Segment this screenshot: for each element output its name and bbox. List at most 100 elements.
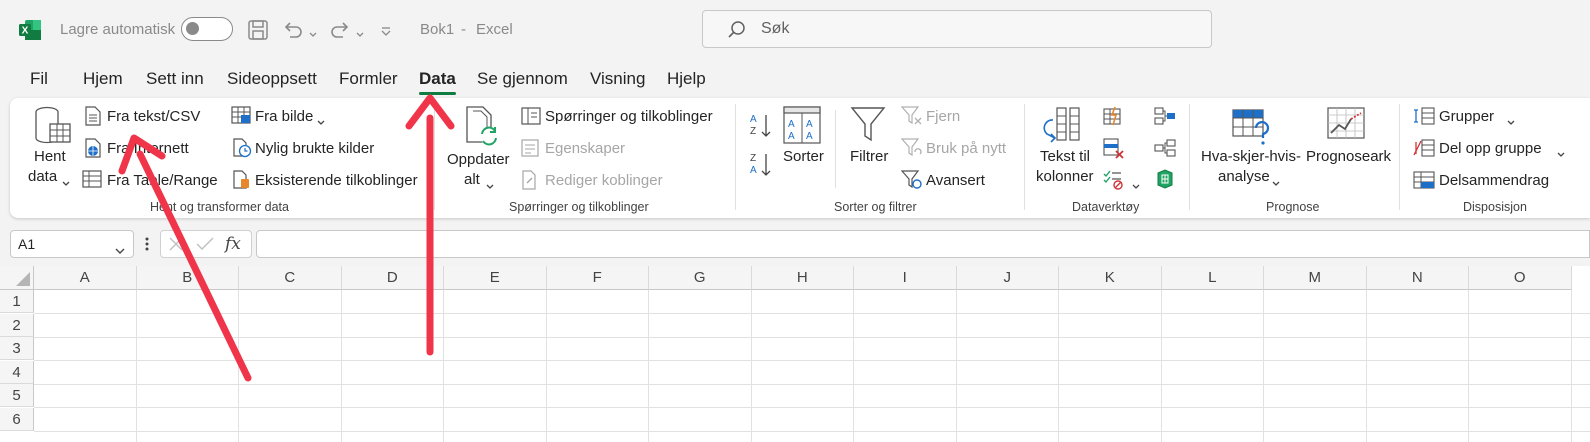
sort-button[interactable]: Sorter (783, 148, 824, 165)
tab-data[interactable]: Data (419, 69, 456, 89)
column-header[interactable]: H (751, 266, 854, 290)
text-to-columns-label-line1[interactable]: Tekst til (1040, 148, 1090, 165)
column-header[interactable]: D (341, 266, 444, 290)
from-web-button[interactable]: Fra Internett (107, 140, 189, 157)
tab-sideoppsett[interactable]: Sideoppsett (227, 69, 317, 89)
column-header[interactable]: F (546, 266, 649, 290)
row-header[interactable]: 3 (0, 337, 34, 361)
flash-fill-icon[interactable] (1103, 106, 1123, 131)
from-text-csv-button[interactable]: Fra tekst/CSV (107, 108, 200, 125)
reapply-filter-icon (900, 138, 923, 163)
refresh-all-label-line2[interactable]: alt (464, 171, 480, 188)
reapply-filter-button[interactable]: Bruk på nytt (926, 140, 1006, 157)
recent-sources-button[interactable]: Nylig brukte kilder (255, 140, 374, 157)
from-table-range-button[interactable]: Fra Table/Range (107, 172, 218, 189)
what-if-analysis-icon[interactable] (1232, 107, 1272, 152)
formula-input[interactable] (256, 230, 1590, 258)
filter-button[interactable]: Filtrer (850, 148, 888, 165)
redo-icon[interactable] (328, 18, 352, 47)
customize-toolbar-icon[interactable] (381, 24, 391, 42)
what-if-analysis-label-line2[interactable]: analyse (1218, 168, 1270, 185)
chevron-down-icon[interactable] (1132, 177, 1140, 195)
column-header[interactable]: E (444, 266, 547, 290)
advanced-filter-button[interactable]: Avansert (926, 172, 985, 189)
chevron-down-icon[interactable] (115, 242, 125, 260)
tab-hjelp[interactable]: Hjelp (667, 69, 706, 89)
column-header[interactable]: C (239, 266, 342, 290)
text-to-columns-label-line2[interactable]: kolonner (1036, 168, 1094, 185)
cancel-icon[interactable] (168, 236, 184, 257)
tab-formler[interactable]: Formler (339, 69, 398, 89)
column-header[interactable]: B (136, 266, 239, 290)
column-header[interactable]: K (1059, 266, 1162, 290)
row-header[interactable]: 6 (0, 408, 34, 431)
chevron-down-icon[interactable] (1557, 145, 1565, 163)
get-data-database-icon[interactable] (33, 106, 73, 153)
refresh-all-label-line1[interactable]: Oppdater (447, 151, 510, 168)
properties-button[interactable]: Egenskaper (545, 140, 625, 157)
save-icon[interactable] (247, 19, 269, 46)
sort-filter-divider (835, 110, 836, 188)
grid-row-line (34, 383, 1590, 385)
ungroup-button[interactable]: Del opp gruppe (1439, 140, 1542, 157)
tab-se-gjennom[interactable]: Se gjennom (477, 69, 568, 89)
recent-sources-icon (232, 138, 252, 163)
undo-dropdown-chevron-icon[interactable] (309, 25, 317, 43)
column-header[interactable]: O (1469, 266, 1572, 290)
chevron-down-icon[interactable] (62, 174, 70, 192)
refresh-all-icon[interactable] (463, 106, 503, 153)
tab-hjem[interactable]: Hjem (83, 69, 123, 89)
data-model-icon[interactable] (1155, 169, 1175, 194)
autosave-toggle[interactable] (181, 17, 233, 41)
sort-dialog-icon[interactable]: AAAA (783, 106, 821, 149)
data-validation-icon[interactable] (1103, 170, 1125, 195)
chevron-down-icon[interactable] (1272, 174, 1280, 192)
remove-duplicates-icon[interactable] (1103, 138, 1125, 165)
insert-function-button[interactable]: fx (225, 234, 241, 254)
column-header[interactable]: N (1366, 266, 1469, 290)
row-header[interactable]: 2 (0, 313, 34, 337)
column-header[interactable]: J (956, 266, 1059, 290)
forecast-sheet-button[interactable]: Prognoseark (1306, 148, 1391, 165)
text-to-columns-icon[interactable] (1043, 106, 1083, 151)
column-header[interactable]: L (1161, 266, 1264, 290)
queries-connections-button[interactable]: Spørringer og tilkoblinger (545, 108, 713, 125)
consolidate-icon[interactable] (1154, 107, 1176, 130)
relationships-icon[interactable] (1154, 139, 1176, 162)
get-data-label-line1[interactable]: Hent (34, 148, 66, 165)
row-header[interactable]: 4 (0, 360, 34, 384)
column-header[interactable]: I (854, 266, 957, 290)
chevron-down-icon[interactable] (486, 177, 494, 195)
what-if-analysis-label-line1[interactable]: Hva-skjer-hvis- (1201, 148, 1301, 165)
existing-connections-button[interactable]: Eksisterende tilkoblinger (255, 172, 418, 189)
get-data-label-line2[interactable]: data (28, 168, 57, 185)
column-header[interactable]: G (649, 266, 752, 290)
redo-dropdown-chevron-icon[interactable] (356, 25, 364, 43)
tab-visning[interactable]: Visning (590, 69, 645, 89)
group-button[interactable]: Grupper (1439, 108, 1494, 125)
grid-column-line (1263, 290, 1264, 442)
forecast-sheet-icon[interactable] (1327, 107, 1365, 146)
undo-icon[interactable] (281, 18, 305, 47)
select-all-corner[interactable] (0, 266, 34, 290)
column-header[interactable]: M (1264, 266, 1367, 290)
chevron-down-icon[interactable] (317, 113, 325, 131)
from-picture-button[interactable]: Fra bilde (255, 108, 313, 125)
sort-z-to-a-icon[interactable]: ZA (749, 151, 773, 184)
subtotal-button[interactable]: Delsammendrag (1439, 172, 1549, 189)
row-header[interactable]: 5 (0, 384, 34, 408)
column-header[interactable]: A (34, 266, 137, 290)
tab-sett-inn[interactable]: Sett inn (146, 69, 204, 89)
filter-funnel-icon[interactable] (850, 106, 886, 149)
enter-check-icon[interactable] (195, 236, 215, 257)
chevron-down-icon[interactable] (1507, 113, 1515, 131)
more-options-icon[interactable] (145, 236, 149, 257)
sort-a-to-z-icon[interactable]: AZ (749, 112, 773, 145)
clear-filter-button[interactable]: Fjern (926, 108, 960, 125)
search-box[interactable]: Søk (702, 10, 1212, 48)
from-picture-icon (231, 106, 251, 129)
edit-links-button[interactable]: Rediger koblinger (545, 172, 663, 189)
name-box[interactable]: A1 (10, 230, 134, 258)
tab-fil[interactable]: Fil (30, 69, 48, 89)
row-header[interactable]: 1 (0, 290, 34, 313)
